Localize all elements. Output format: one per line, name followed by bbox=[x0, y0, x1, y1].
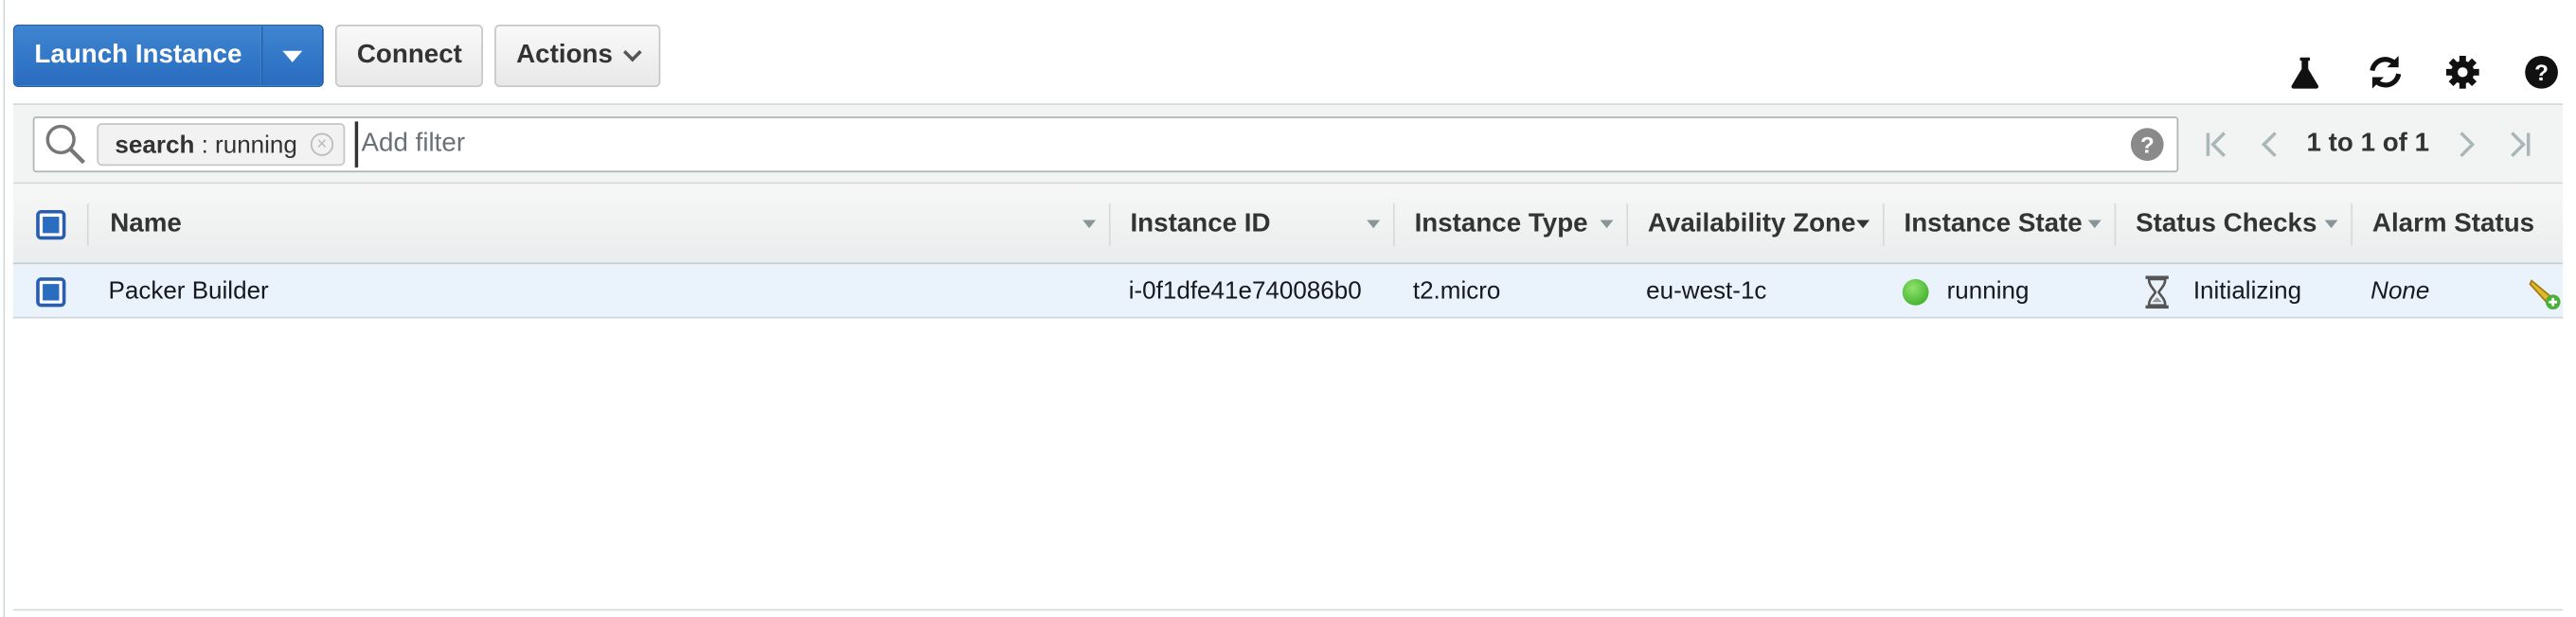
add-filter-input[interactable] bbox=[354, 121, 2131, 167]
row-select-cell bbox=[36, 264, 66, 318]
select-all-checkbox[interactable] bbox=[36, 210, 66, 240]
column-separator bbox=[2351, 203, 2353, 247]
filter-token-separator: : bbox=[194, 130, 216, 159]
table-row[interactable]: Packer Builder i-0f1dfe41e740086b0 t2.mi… bbox=[12, 264, 2564, 319]
cell-status-checks: Initializing bbox=[2144, 264, 2301, 318]
launch-instance-button[interactable]: Launch Instance bbox=[14, 26, 262, 86]
filter-bar: search : running × ? 1 to 1 of 1 bbox=[12, 103, 2564, 183]
sort-caret-icon bbox=[1856, 220, 1870, 229]
search-box: search : running × ? bbox=[32, 116, 2179, 173]
actions-label: Actions bbox=[516, 41, 613, 69]
instance-state-label: running bbox=[1946, 277, 2030, 306]
table-bottom-border bbox=[12, 608, 2564, 611]
column-header-instance-state-label: Instance State bbox=[1904, 210, 2083, 238]
sort-caret-icon bbox=[1367, 220, 1381, 229]
cell-instance-type: t2.micro bbox=[1412, 277, 1501, 306]
column-separator bbox=[1108, 203, 1111, 247]
cell-availability-zone: eu-west-1c bbox=[1646, 277, 1767, 306]
first-page-icon[interactable] bbox=[2201, 128, 2234, 161]
page-range-text: 1 to 1 of 1 bbox=[2306, 130, 2430, 158]
column-header-status-checks-label: Status Checks bbox=[2136, 210, 2317, 238]
sort-caret-icon bbox=[1082, 220, 1097, 229]
filter-token-key: search bbox=[115, 130, 195, 159]
toolbar: Launch Instance Connect Actions bbox=[12, 25, 661, 87]
launch-options-dropdown-button[interactable] bbox=[261, 26, 323, 86]
running-status-icon bbox=[1902, 278, 1929, 305]
row-checkbox[interactable] bbox=[36, 276, 66, 307]
column-separator bbox=[1882, 203, 1885, 247]
hourglass-icon bbox=[2145, 274, 2169, 308]
remove-filter-icon[interactable]: × bbox=[310, 132, 334, 156]
connect-button[interactable]: Connect bbox=[335, 25, 484, 87]
previous-page-icon[interactable] bbox=[2254, 128, 2287, 161]
search-icon bbox=[45, 124, 86, 165]
column-header-instance-id[interactable]: Instance ID bbox=[1130, 184, 1270, 266]
cell-alarm-status: None bbox=[2370, 277, 2430, 306]
column-separator bbox=[1393, 203, 1395, 247]
column-header-instance-type[interactable]: Instance Type bbox=[1415, 184, 1588, 266]
column-header-name-label: Name bbox=[110, 210, 182, 238]
filter-token-value: running bbox=[215, 130, 297, 159]
next-page-icon[interactable] bbox=[2449, 128, 2482, 161]
sort-caret-icon bbox=[2324, 220, 2338, 229]
column-header-instance-id-label: Instance ID bbox=[1130, 210, 1271, 238]
column-header-instance-state[interactable]: Instance State bbox=[1905, 184, 2083, 266]
filter-token-text: search : running bbox=[115, 131, 296, 158]
status-checks-label: Initializing bbox=[2192, 277, 2302, 306]
column-header-availability-zone-label: Availability Zone bbox=[1647, 210, 1856, 238]
create-alarm-icon[interactable] bbox=[2527, 273, 2563, 309]
sort-caret-icon bbox=[1600, 220, 1614, 229]
column-header-alarm-status-label: Alarm Status bbox=[2371, 210, 2535, 238]
help-icon[interactable]: ? bbox=[2523, 54, 2559, 90]
select-all-cell bbox=[36, 184, 66, 266]
column-separator bbox=[2114, 203, 2117, 247]
actions-dropdown-button[interactable]: Actions bbox=[494, 25, 661, 87]
last-page-icon[interactable] bbox=[2501, 128, 2534, 161]
column-separator bbox=[1626, 203, 1629, 247]
chevron-down-icon bbox=[622, 43, 642, 62]
column-separator bbox=[86, 203, 89, 247]
table-header: Name Instance ID Instance Type Availabil… bbox=[12, 182, 2564, 266]
connect-label: Connect bbox=[356, 41, 462, 69]
sort-caret-icon bbox=[2087, 220, 2102, 229]
column-header-name[interactable]: Name bbox=[110, 184, 1109, 266]
column-header-status-checks[interactable]: Status Checks bbox=[2136, 184, 2317, 266]
launch-instance-split-button: Launch Instance bbox=[12, 25, 325, 87]
cell-instance-id: i-0f1dfe41e740086b0 bbox=[1128, 277, 1362, 306]
filter-token[interactable]: search : running × bbox=[97, 123, 346, 167]
cell-alarm-action bbox=[2527, 264, 2563, 318]
gear-icon[interactable] bbox=[2444, 54, 2480, 90]
cell-name: Packer Builder bbox=[108, 277, 269, 306]
filter-help-icon[interactable]: ? bbox=[2130, 128, 2164, 162]
caret-down-icon bbox=[282, 49, 303, 62]
ec2-instances-console: Launch Instance Connect Actions ? search… bbox=[0, 0, 2576, 617]
flask-icon[interactable] bbox=[2287, 54, 2323, 90]
column-header-availability-zone[interactable]: Availability Zone bbox=[1648, 184, 1856, 266]
pagination: 1 to 1 of 1 bbox=[2201, 116, 2534, 172]
toolbar-icons: ? bbox=[2287, 54, 2560, 90]
svg-text:?: ? bbox=[2534, 61, 2549, 86]
column-header-instance-type-label: Instance Type bbox=[1414, 210, 1588, 238]
left-divider bbox=[3, 0, 6, 617]
column-header-alarm-status[interactable]: Alarm Status bbox=[2372, 184, 2534, 266]
refresh-icon[interactable] bbox=[2366, 54, 2402, 90]
cell-instance-state: running bbox=[1902, 264, 2030, 318]
